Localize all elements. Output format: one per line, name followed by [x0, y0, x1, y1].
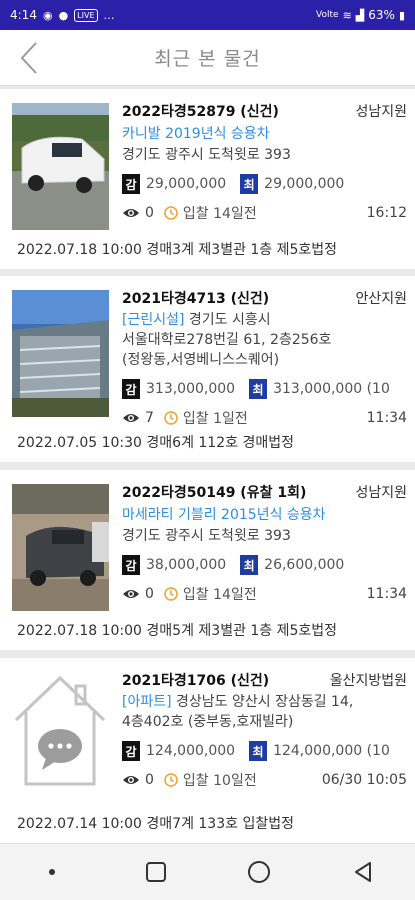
address-line-1: 경상남도 양산시 장삼동길 14,: [176, 694, 354, 710]
minimum-price: 26,600,000: [264, 557, 345, 573]
recents-button[interactable]: [126, 850, 186, 894]
eye-icon: [122, 774, 140, 786]
record-icon: ◉: [42, 8, 53, 22]
appraisal-badge: 감: [122, 741, 140, 761]
appraisal-price: 29,000,000: [146, 176, 227, 192]
system-nav-bar: [0, 843, 415, 900]
item-title: 카니발 2019년식 승용차: [122, 126, 270, 142]
minimum-badge: 최: [249, 379, 268, 399]
clock-icon: [164, 411, 178, 425]
auction-schedule: 2022.07.05 10:30 경매6계 112호 경매법정: [17, 435, 294, 451]
clock-icon: [164, 773, 178, 787]
home-placeholder-icon: [12, 666, 109, 793]
viewed-time: 11:34: [366, 586, 407, 602]
item-address: 경기도 광주시 도척윗로 393: [122, 528, 291, 544]
item-address: [근린시설] 경기도 시흥시: [122, 310, 407, 330]
list-item[interactable]: 2022타경52879 (신건) 성남지원 카니발 2019년식 승용차 경기도…: [0, 89, 415, 269]
viewed-time: 06/30 10:05: [321, 772, 407, 788]
eye-icon: [122, 207, 140, 219]
list-item[interactable]: 2022타경50149 (유찰 1회) 성남지원 마세라티 기블리 2015년식…: [0, 470, 415, 650]
address-line-3: (정왕동,서영베니스스퀘어): [122, 352, 280, 368]
bid-countdown: 입찰 1일전: [182, 411, 248, 427]
back-button[interactable]: [12, 40, 46, 76]
court-name: 울산지방법원: [329, 673, 407, 689]
bid-countdown: 입찰 14일전: [182, 206, 257, 222]
more-icon: …: [103, 8, 115, 22]
page-title: 최근 본 물건: [154, 48, 261, 70]
minimum-badge: 최: [240, 555, 259, 575]
item-photo: [12, 103, 109, 230]
bid-countdown: 입찰 14일전: [182, 587, 257, 603]
appraisal-badge: 감: [122, 555, 140, 575]
view-count: 0: [145, 586, 154, 602]
status-time: 4:14: [10, 8, 37, 22]
item-address: 경기도 광주시 도척윗로 393: [122, 147, 291, 163]
court-name: 안산지원: [355, 291, 407, 307]
bid-countdown: 입찰 10일전: [182, 773, 257, 789]
item-address: [아파트] 경상남도 양산시 장삼동길 14,: [122, 692, 407, 712]
menu-button[interactable]: [22, 850, 82, 894]
item-category: [근린시설]: [122, 312, 185, 328]
viewed-time: 16:12: [366, 205, 407, 221]
appraisal-badge: 감: [122, 379, 140, 399]
case-number: 2022타경50149 (유찰 1회): [122, 485, 307, 501]
view-count: 7: [145, 410, 154, 426]
live-badge: LIVE: [74, 8, 98, 22]
case-number: 2022타경52879 (신건): [122, 104, 279, 120]
court-name: 성남지원: [355, 485, 407, 501]
minimum-badge: 최: [249, 741, 268, 761]
battery-icon: ▮: [398, 8, 405, 22]
clock-icon: [164, 587, 178, 601]
menu-icon: [48, 869, 55, 875]
chevron-left-icon: [20, 42, 37, 74]
auction-schedule: 2022.07.14 10:00 경매7계 133호 입찰법정: [17, 816, 294, 832]
list-item[interactable]: 2021타경4713 (신건) 안산지원 [근린시설] 경기도 시흥시 서울대학…: [0, 276, 415, 462]
back-icon: [355, 862, 372, 882]
recents-icon: [145, 862, 166, 882]
auction-schedule: 2022.07.18 10:00 경매5계 제3별관 1층 제5호법정: [17, 623, 338, 639]
home-button[interactable]: [229, 850, 289, 894]
appraisal-price: 38,000,000: [146, 557, 227, 573]
item-category: [아파트]: [122, 694, 172, 710]
item-photo: [12, 290, 109, 417]
chat-icon: ●: [58, 8, 69, 22]
address-line-2: 4층402호 (중부동,호재빌라): [122, 714, 294, 730]
clock-icon: [164, 206, 178, 220]
appraisal-price: 313,000,000: [146, 381, 236, 397]
minimum-price: 124,000,000 (10: [273, 743, 390, 759]
battery-text: 63%: [368, 8, 395, 22]
list-item[interactable]: 2021타경1706 (신건) 울산지방법원 [아파트] 경상남도 양산시 장삼…: [0, 658, 415, 843]
eye-icon: [122, 588, 140, 600]
case-number: 2021타경4713 (신건): [122, 291, 270, 307]
item-title: 마세라티 기블리 2015년식 승용차: [122, 507, 326, 523]
view-count: 0: [145, 772, 154, 788]
item-photo: [12, 484, 109, 611]
item-list[interactable]: 2022타경52879 (신건) 성남지원 카니발 2019년식 승용차 경기도…: [0, 86, 415, 843]
appraisal-badge: 감: [122, 174, 140, 194]
volte-label: Volte: [316, 10, 339, 20]
eye-icon: [122, 412, 140, 424]
viewed-time: 11:34: [366, 410, 407, 426]
status-bar: 4:14 ◉ ● LIVE … Volte ≋ ▟ 63% ▮: [0, 0, 415, 30]
minimum-price: 313,000,000 (10: [273, 381, 390, 397]
app-header: 최근 본 물건: [0, 30, 415, 86]
court-name: 성남지원: [355, 104, 407, 120]
auction-schedule: 2022.07.18 10:00 경매3계 제3별관 1층 제5호법정: [17, 242, 338, 258]
address-line-1: 경기도 시흥시: [188, 312, 271, 328]
minimum-price: 29,000,000: [264, 176, 345, 192]
address-line-2: 서울대학로278번길 61, 2층256호: [122, 332, 332, 348]
wifi-icon: ≋: [342, 8, 352, 22]
appraisal-price: 124,000,000: [146, 743, 236, 759]
home-icon: [248, 861, 271, 883]
nav-back-button[interactable]: [333, 850, 393, 894]
minimum-badge: 최: [240, 174, 259, 194]
case-number: 2021타경1706 (신건): [122, 673, 270, 689]
view-count: 0: [145, 205, 154, 221]
signal-icon: ▟: [355, 8, 365, 22]
